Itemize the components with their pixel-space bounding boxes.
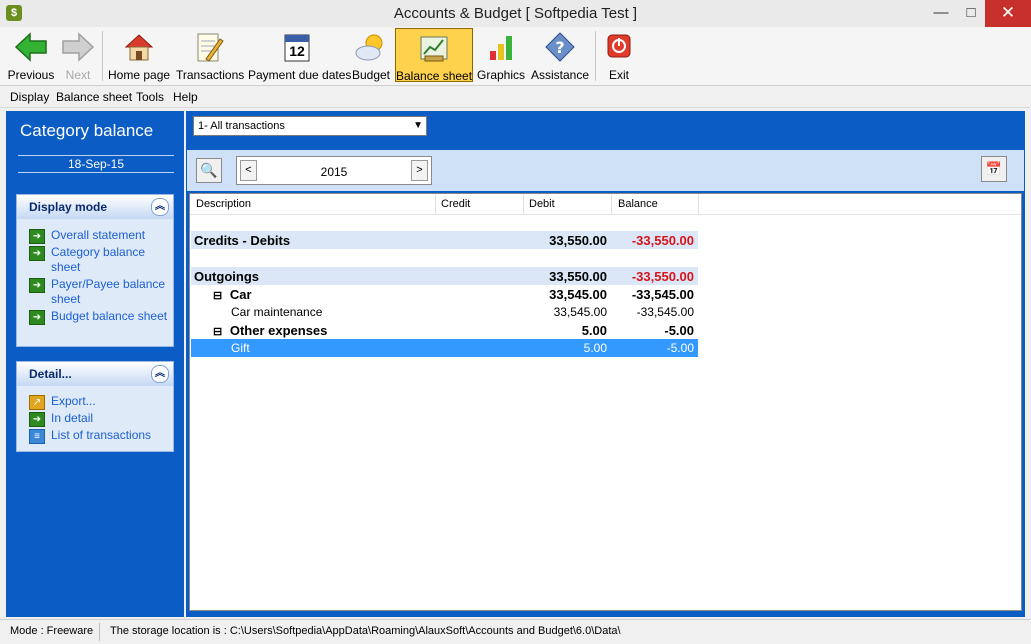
next-year-button[interactable]: > — [411, 160, 428, 181]
display-mode-box: Display mode ︽ ➜ Overall statement ➜ Cat… — [16, 194, 174, 347]
balance-grid: Description Credit Debit Balance Credits… — [189, 193, 1022, 611]
budget-button[interactable]: Budget — [350, 28, 392, 82]
close-button[interactable]: ✕ — [985, 0, 1031, 27]
menu-balance-sheet[interactable]: Balance sheet — [56, 90, 132, 104]
current-date: 18-Sep-15 — [18, 155, 174, 173]
transactions-button[interactable]: Transactions — [176, 28, 244, 82]
assistance-button[interactable]: ? Assistance — [531, 28, 589, 82]
table-row[interactable]: Outgoings 33,550.00 -33,550.00 — [191, 267, 698, 285]
menu-help[interactable]: Help — [173, 90, 198, 104]
maximize-button[interactable]: □ — [956, 0, 986, 27]
panel-title: Category balance — [20, 121, 154, 140]
collapse-tree-icon[interactable]: ⊟ — [213, 325, 222, 338]
period-toolbar: 🔍 < 2015 > 📅 — [187, 150, 1024, 191]
transaction-filter-select[interactable]: 1- All transactions ▼ — [193, 116, 427, 136]
table-row[interactable]: ⊟ Car 33,545.00 -33,545.00 — [191, 285, 698, 303]
table-row-selected[interactable]: Gift 5.00 -5.00 — [191, 339, 698, 357]
menu-bar: Display Balance sheet Tools Help — [0, 86, 1031, 108]
payment-due-dates-button[interactable]: 12 Payment due dates — [248, 28, 351, 82]
detail-header[interactable]: Detail... ︽ — [17, 362, 173, 386]
menu-tools[interactable]: Tools — [136, 90, 164, 104]
column-balance[interactable]: Balance — [618, 198, 658, 210]
help-diamond-icon: ? — [543, 31, 577, 63]
title-bar: $ Accounts & Budget [ Softpedia Test ] —… — [0, 0, 1031, 28]
previous-button[interactable]: Previous — [4, 28, 58, 82]
link-category-balance-sheet[interactable]: ➜ Category balance sheet — [29, 245, 173, 275]
search-button[interactable]: 🔍 — [196, 158, 222, 183]
display-mode-header[interactable]: Display mode ︽ — [17, 195, 173, 219]
detail-box: Detail... ︽ ↗ Export... ➜ In detail ≡ Li… — [16, 361, 174, 452]
column-debit[interactable]: Debit — [529, 198, 555, 210]
link-budget-balance-sheet[interactable]: ➜ Budget balance sheet — [29, 309, 173, 325]
minimize-button[interactable]: — — [926, 0, 956, 27]
table-row[interactable]: ⊟ Other expenses 5.00 -5.00 — [191, 321, 698, 339]
grid-header: Description Credit Debit Balance — [190, 194, 1021, 215]
calendar-button[interactable]: 📅 — [981, 156, 1007, 182]
year-navigator: < 2015 > — [236, 156, 432, 185]
collapse-icon[interactable]: ︽ — [151, 198, 169, 216]
status-bar: Mode : Freeware The storage location is … — [0, 619, 1031, 644]
table-row[interactable]: Credits - Debits 33,550.00 -33,550.00 — [191, 231, 698, 249]
power-icon — [602, 31, 636, 63]
calendar-icon: 📅 — [985, 161, 1003, 176]
green-arrow-icon: ➜ — [29, 310, 45, 325]
status-mode: Mode : Freeware — [10, 625, 94, 637]
left-panel: Category balance 18-Sep-15 Display mode … — [6, 111, 184, 617]
notepad-pencil-icon — [192, 31, 226, 63]
toolbar-separator — [595, 31, 596, 81]
calendar-icon: 12 — [280, 31, 314, 63]
balance-sheet-button[interactable]: Balance sheet — [395, 28, 473, 83]
link-list-of-transactions[interactable]: ≡ List of transactions — [29, 428, 173, 444]
window-title: Accounts & Budget [ Softpedia Test ] — [393, 5, 638, 22]
green-arrow-icon: ➜ — [29, 278, 45, 293]
toolbar-separator — [102, 31, 103, 81]
main-panel: 1- All transactions ▼ 🔍 < 2015 > 📅 Descr… — [186, 111, 1025, 617]
svg-text:?: ? — [555, 38, 564, 57]
link-export[interactable]: ↗ Export... — [29, 394, 173, 410]
balance-chart-icon — [417, 32, 451, 64]
list-icon: ≡ — [29, 429, 45, 444]
arrow-left-icon — [14, 31, 48, 63]
home-page-button[interactable]: Home page — [108, 28, 170, 82]
collapse-tree-icon[interactable]: ⊟ — [213, 289, 222, 302]
magnifier-icon: 🔍 — [200, 162, 218, 178]
status-separator — [99, 623, 100, 641]
main-toolbar: Previous Next Home page Transactions 12 … — [0, 27, 1031, 86]
previous-year-button[interactable]: < — [240, 160, 257, 181]
collapse-icon[interactable]: ︽ — [151, 365, 169, 383]
green-arrow-icon: ➜ — [29, 229, 45, 244]
arrow-right-icon — [61, 31, 95, 63]
house-icon — [122, 31, 156, 63]
menu-display[interactable]: Display — [10, 90, 49, 104]
link-overall-statement[interactable]: ➜ Overall statement — [29, 228, 173, 244]
status-storage-path: The storage location is : C:\Users\Softp… — [110, 625, 621, 637]
chevron-down-icon: ▼ — [413, 120, 423, 131]
green-arrow-icon: ➜ — [29, 246, 45, 261]
export-icon: ↗ — [29, 395, 45, 410]
column-description[interactable]: Description — [196, 198, 251, 210]
green-arrow-icon: ➜ — [29, 412, 45, 427]
exit-button[interactable]: Exit — [601, 28, 637, 82]
table-row[interactable]: Car maintenance 33,545.00 -33,545.00 — [191, 303, 698, 321]
graphics-button[interactable]: Graphics — [477, 28, 525, 82]
column-credit[interactable]: Credit — [441, 198, 470, 210]
link-payer-payee-balance-sheet[interactable]: ➜ Payer/Payee balance sheet — [29, 277, 173, 307]
next-button[interactable]: Next — [58, 28, 98, 82]
bar-chart-icon — [484, 31, 518, 63]
sun-cloud-icon — [354, 31, 388, 63]
year-label: 2015 — [320, 165, 348, 179]
link-in-detail[interactable]: ➜ In detail — [29, 411, 173, 427]
